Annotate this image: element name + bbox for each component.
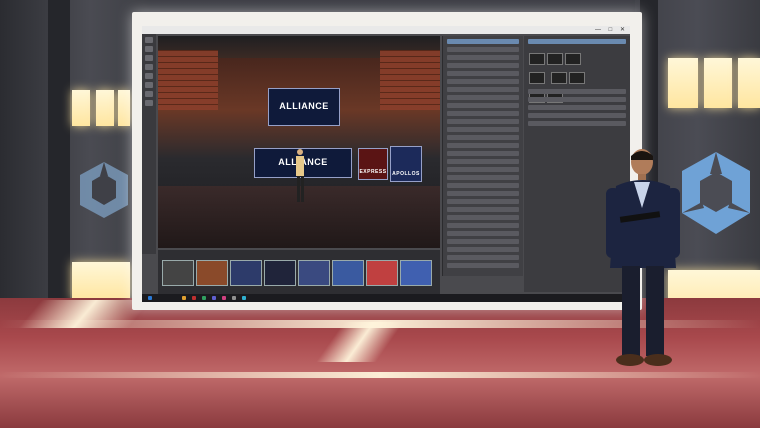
tool-button[interactable] <box>145 100 153 106</box>
transport-controls <box>528 52 598 103</box>
control-button[interactable] <box>529 72 545 84</box>
control-button[interactable] <box>569 72 586 84</box>
taskbar-app-icon[interactable] <box>202 296 206 300</box>
tool-button[interactable] <box>145 82 153 88</box>
panel-row[interactable] <box>447 87 519 92</box>
properties-panel <box>442 36 523 276</box>
panel-row[interactable] <box>447 183 519 188</box>
screen-label: ALLIANCE <box>279 101 329 111</box>
panel-row[interactable] <box>447 255 519 260</box>
presenter-person <box>606 149 680 366</box>
panel-row[interactable] <box>447 167 519 172</box>
panel-row[interactable] <box>528 121 626 126</box>
taskbar-app-icon[interactable] <box>222 296 226 300</box>
panel-row[interactable] <box>447 223 519 228</box>
asset-thumbnail[interactable] <box>196 260 228 286</box>
brick-wall <box>380 50 440 110</box>
taskbar-app-icon[interactable] <box>232 296 236 300</box>
panel-row[interactable] <box>447 111 519 116</box>
panel-header <box>447 39 519 44</box>
viewport-presenter <box>296 149 304 202</box>
panel-row[interactable] <box>447 191 519 196</box>
panel-row[interactable] <box>447 159 519 164</box>
asset-thumbnail[interactable] <box>400 260 432 286</box>
panel-row[interactable] <box>447 79 519 84</box>
control-rows <box>524 86 630 129</box>
studio-scene: — □ ✕ ALLIANCE ALLIANCE <box>0 0 760 428</box>
light-panel <box>668 58 698 108</box>
panel-row[interactable] <box>447 151 519 156</box>
control-button[interactable] <box>547 53 563 65</box>
taskbar-app-icon[interactable] <box>182 296 186 300</box>
control-button[interactable] <box>565 53 581 65</box>
windows-start-icon[interactable] <box>148 296 152 300</box>
asset-thumbnail[interactable] <box>230 260 262 286</box>
panel-row[interactable] <box>447 175 519 180</box>
taskbar-app-icon[interactable] <box>192 296 196 300</box>
asset-thumbnail[interactable] <box>298 260 330 286</box>
panel-row[interactable] <box>447 143 519 148</box>
tool-button[interactable] <box>145 55 153 61</box>
asset-thumbnail[interactable] <box>332 260 364 286</box>
panel-row[interactable] <box>528 105 626 110</box>
light-panel <box>118 90 130 126</box>
screen-label: EXPRESS <box>359 169 387 175</box>
os-taskbar <box>142 294 630 302</box>
panel-row[interactable] <box>447 239 519 244</box>
large-display: — □ ✕ ALLIANCE ALLIANCE <box>132 12 642 310</box>
tool-strip <box>142 34 156 254</box>
panel-row[interactable] <box>447 215 519 220</box>
screen-label: APOLLOS <box>392 171 420 177</box>
asset-thumbnail[interactable] <box>366 260 398 286</box>
tool-button[interactable] <box>145 91 153 97</box>
taskbar-app-icon[interactable] <box>242 296 246 300</box>
light-panel <box>72 262 130 300</box>
light-panel <box>704 58 732 108</box>
panel-row[interactable] <box>447 247 519 252</box>
panel-row[interactable] <box>447 199 519 204</box>
panel-header <box>528 39 626 44</box>
light-panel <box>72 90 90 126</box>
asset-browser <box>158 250 440 294</box>
left-wall <box>0 0 150 300</box>
panel-row[interactable] <box>447 231 519 236</box>
asset-thumbnail[interactable] <box>264 260 296 286</box>
panel-row[interactable] <box>447 103 519 108</box>
light-panel <box>96 90 114 126</box>
panel-row[interactable] <box>447 263 519 268</box>
control-button[interactable] <box>551 72 568 84</box>
software-screen: — □ ✕ ALLIANCE ALLIANCE <box>142 26 630 302</box>
asset-thumbnail[interactable] <box>162 260 194 286</box>
3d-viewport[interactable]: ALLIANCE ALLIANCE EXPRESS APOLLOS <box>158 36 440 248</box>
viewport-screen-top: ALLIANCE <box>268 88 340 126</box>
viewport-screen-side: APOLLOS <box>390 146 422 182</box>
panel-row[interactable] <box>447 127 519 132</box>
tool-button[interactable] <box>145 73 153 79</box>
panel-row[interactable] <box>447 95 519 100</box>
tool-button[interactable] <box>145 37 153 43</box>
left-cube-logo-icon <box>80 162 128 218</box>
left-pillar <box>48 0 70 300</box>
panel-row[interactable] <box>447 135 519 140</box>
tool-button[interactable] <box>145 46 153 52</box>
viewport-screen-side: EXPRESS <box>358 148 388 180</box>
light-panel <box>738 58 760 108</box>
panel-row[interactable] <box>447 119 519 124</box>
panel-row[interactable] <box>528 97 626 102</box>
panel-row[interactable] <box>447 63 519 68</box>
app-titlebar: — □ ✕ <box>142 26 630 34</box>
panel-row[interactable] <box>447 47 519 52</box>
panel-row[interactable] <box>528 89 626 94</box>
tool-button[interactable] <box>145 64 153 70</box>
control-button[interactable] <box>529 53 545 65</box>
brick-wall <box>158 50 218 110</box>
panel-row[interactable] <box>447 207 519 212</box>
panel-row[interactable] <box>447 55 519 60</box>
panel-row[interactable] <box>528 113 626 118</box>
panel-row[interactable] <box>447 71 519 76</box>
taskbar-app-icon[interactable] <box>212 296 216 300</box>
window-controls[interactable]: — □ ✕ <box>595 26 628 34</box>
